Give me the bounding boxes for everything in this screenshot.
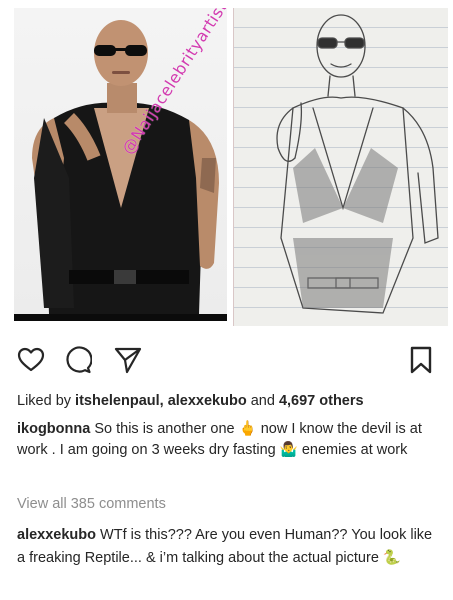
view-all-comments-link[interactable]: View all 385 comments	[17, 496, 166, 512]
photo-underline	[14, 314, 227, 321]
liked-by-users[interactable]: itshelenpaul, alexxekubo	[75, 393, 247, 409]
comment-username[interactable]: alexxekubo	[17, 527, 96, 543]
notebook-margin	[233, 8, 234, 326]
pencil-drawing	[233, 8, 448, 326]
likes-count[interactable]: 4,697 others	[279, 393, 364, 409]
heart-icon[interactable]	[17, 346, 45, 374]
comment-icon[interactable]	[64, 346, 92, 374]
pencil-sketch-illustration	[276, 14, 439, 314]
caption-username[interactable]: ikogbonna	[17, 421, 90, 437]
comment-item: alexxekubo WTf is this??? Are you even H…	[17, 524, 441, 570]
likes-prefix: Liked by	[17, 393, 76, 409]
post-media[interactable]: @Naijacelebrityartist	[0, 0, 453, 328]
paper-plane-icon[interactable]	[114, 346, 142, 374]
likes-middle: and	[246, 393, 279, 409]
action-bar	[0, 346, 453, 374]
celebrity-photo: @Naijacelebrityartist	[14, 8, 227, 321]
post-caption: ikogbonna So this is another one 🖕 now I…	[17, 419, 441, 461]
bookmark-icon[interactable]	[410, 346, 432, 374]
likes-summary[interactable]: Liked by itshelenpaul, alexxekubo and 4,…	[17, 393, 364, 409]
